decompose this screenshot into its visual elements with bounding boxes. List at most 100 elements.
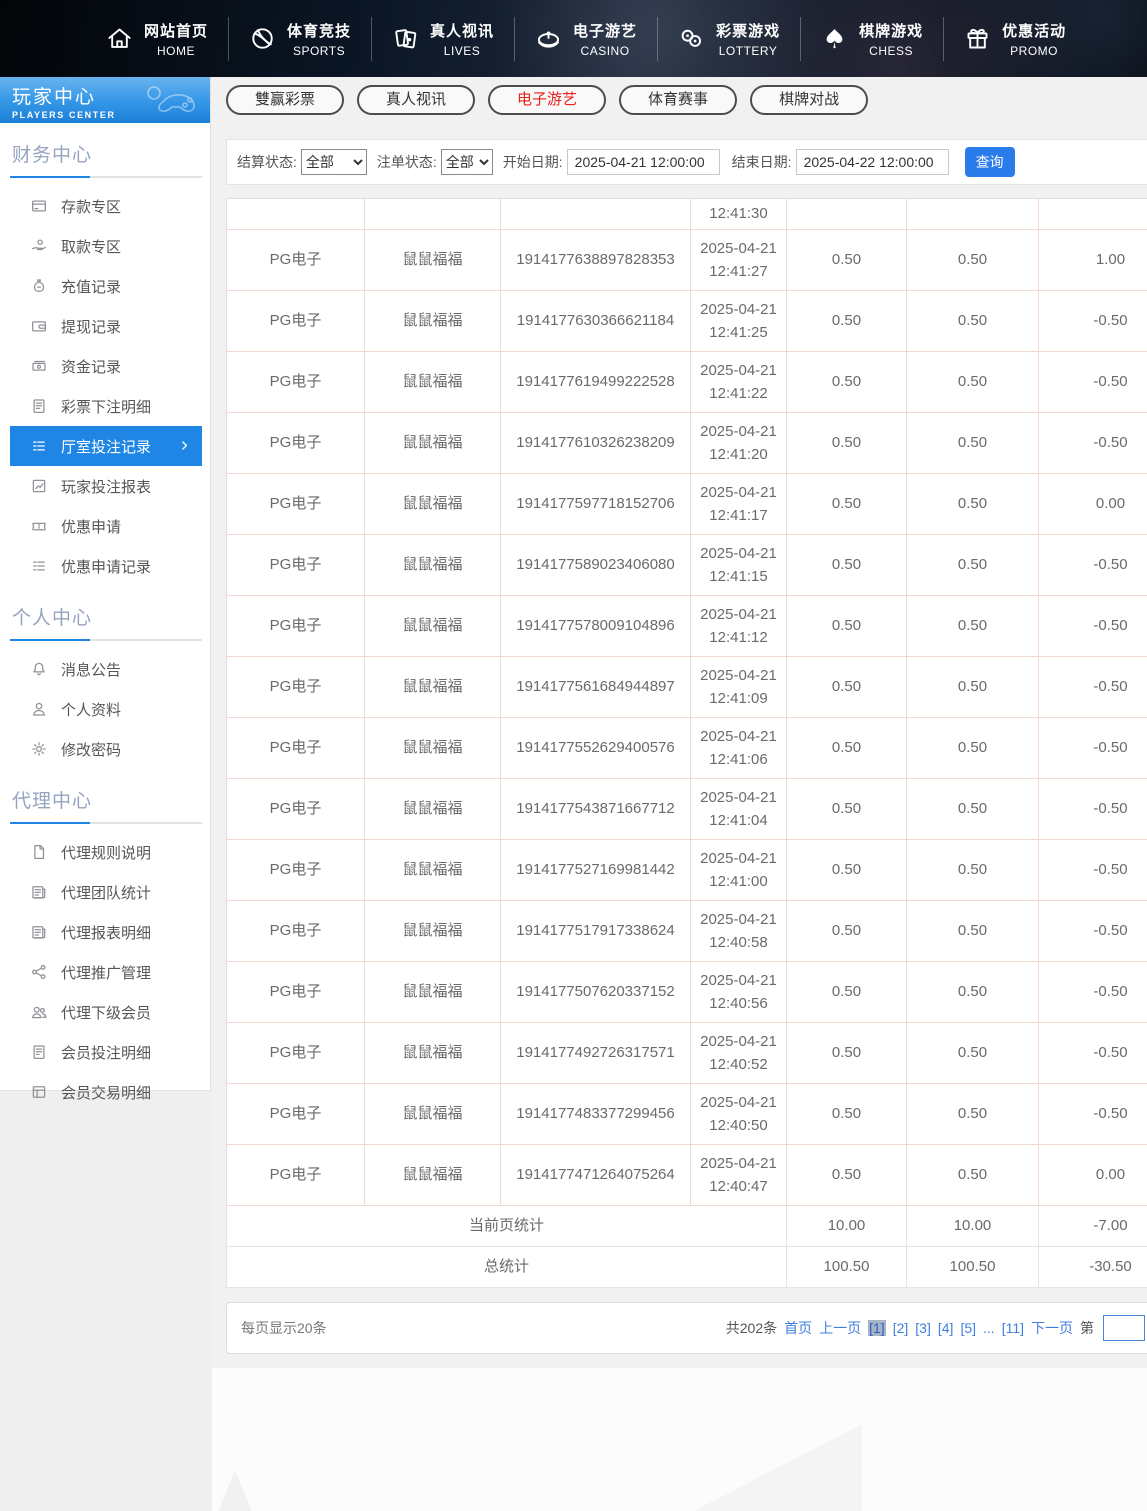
sidebar-item-存款专区[interactable]: 存款专区	[0, 186, 210, 226]
start-date-input[interactable]	[567, 149, 720, 175]
end-date-input[interactable]	[796, 149, 949, 175]
cell-result: 1.00	[1039, 230, 1147, 291]
sidebar-header: 玩家中心 PLAYERS CENTER	[0, 77, 210, 123]
cell-bet: 0.50	[787, 413, 907, 474]
cell-valid-bet: 0.50	[907, 413, 1039, 474]
tab-雙赢彩票[interactable]: 雙赢彩票	[226, 85, 344, 115]
prev-page-link[interactable]: 上一页	[819, 1318, 861, 1338]
page-link-4[interactable]: [4]	[938, 1320, 954, 1336]
tab-电子游艺[interactable]: 电子游艺	[488, 85, 606, 115]
sidebar-item-优惠申请[interactable]: 优惠申请	[0, 506, 210, 546]
sidebar-section-rule	[10, 822, 202, 824]
cell-result: -0.50	[1039, 840, 1147, 901]
table-row: PG电子鼠鼠福福19141775526294005762025-04-2112:…	[227, 718, 1147, 779]
cell-order-id: 1914177630366621184	[501, 291, 691, 352]
cell-platform: PG电子	[227, 230, 365, 291]
cell-result: -0.50	[1039, 1023, 1147, 1084]
nav-item-text: 电子游艺CASINO	[573, 20, 637, 58]
jump-page-input[interactable]	[1103, 1315, 1145, 1341]
jump-prefix-label: 第	[1080, 1318, 1094, 1338]
cell-bet: 0.50	[787, 840, 907, 901]
sidebar-item-玩家投注报表[interactable]: 玩家投注报表	[0, 466, 210, 506]
sidebar-item-代理报表明细[interactable]: 代理报表明细	[0, 912, 210, 952]
sidebar-item-优惠申请记录[interactable]: 优惠申请记录	[0, 546, 210, 586]
cell-platform: PG电子	[227, 474, 365, 535]
sidebar-section-title: 个人中心	[12, 603, 198, 630]
cell-order-id: 1914177552629400576	[501, 718, 691, 779]
sidebar-item-充值记录[interactable]: 充值记录	[0, 266, 210, 306]
nav-item-label-zh: 彩票游戏	[716, 20, 780, 41]
nav-item-label-zh: 电子游艺	[573, 20, 637, 41]
bell-icon	[30, 660, 48, 678]
table-row: PG电子鼠鼠福福19141775780091048962025-04-2112:…	[227, 596, 1147, 657]
page-link-11[interactable]: [11]	[1002, 1320, 1024, 1336]
nav-item-lives[interactable]: 真人视讯LIVES	[392, 20, 494, 58]
cell-bet: 0.50	[787, 1145, 907, 1206]
cell-time: 2025-04-2112:41:12	[691, 596, 787, 657]
sidebar-item-取款专区[interactable]: 取款专区	[0, 226, 210, 266]
sidebar-item-代理团队统计[interactable]: 代理团队统计	[0, 872, 210, 912]
cell-time: 2025-04-2112:40:50	[691, 1084, 787, 1145]
sidebar-item-厅室投注记录[interactable]: 厅室投注记录	[10, 426, 202, 466]
cell-game: 鼠鼠福福	[365, 230, 501, 291]
table-summary-row: 总统计100.50100.50-30.50	[227, 1247, 1147, 1288]
cell-time: 2025-04-2112:41:09	[691, 657, 787, 718]
sidebar-item-消息公告[interactable]: 消息公告	[0, 649, 210, 689]
chart-doc-icon	[30, 477, 48, 495]
nav-item-promo[interactable]: 优惠活动PROMO	[964, 20, 1066, 58]
cell-result: 0.00	[1039, 474, 1147, 535]
table-row: PG电子鼠鼠福福19141776388978283532025-04-2112:…	[227, 230, 1147, 291]
next-page-link[interactable]: 下一页	[1031, 1318, 1073, 1338]
cell-time: 2025-04-2112:41:00	[691, 840, 787, 901]
nav-item-casino[interactable]: 电子游艺CASINO	[535, 20, 637, 58]
spade-icon	[821, 25, 848, 52]
cell-game: 鼠鼠福福	[365, 779, 501, 840]
sidebar-item-个人资料[interactable]: 个人资料	[0, 689, 210, 729]
search-button[interactable]: 查询	[965, 147, 1015, 177]
cell-game: 鼠鼠福福	[365, 718, 501, 779]
nav-item-label-zh: 优惠活动	[1002, 20, 1066, 41]
users-icon	[30, 1003, 48, 1021]
nav-item-text: 棋牌游戏CHESS	[859, 20, 923, 58]
nav-item-lottery[interactable]: 彩票游戏LOTTERY	[678, 20, 780, 58]
page-link-3[interactable]: [3]	[915, 1320, 931, 1336]
table-row: PG电子鼠鼠福福19141775977181527062025-04-2112:…	[227, 474, 1147, 535]
sidebar-item-彩票下注明细[interactable]: 彩票下注明细	[0, 386, 210, 426]
sidebar-item-代理下级会员[interactable]: 代理下级会员	[0, 992, 210, 1032]
roulette-icon	[535, 25, 562, 52]
nav-item-text: 彩票游戏LOTTERY	[716, 20, 780, 58]
sidebar-item-代理规则说明[interactable]: 代理规则说明	[0, 832, 210, 872]
summary-result: -7.00	[1039, 1206, 1147, 1247]
first-page-link[interactable]: 首页	[784, 1318, 812, 1338]
nav-item-home[interactable]: 网站首页HOME	[106, 20, 208, 58]
order-status-select[interactable]: 全部	[441, 149, 493, 175]
sidebar-item-label: 存款专区	[61, 196, 121, 217]
settle-status-select[interactable]: 全部	[301, 149, 367, 175]
tab-棋牌对战[interactable]: 棋牌对战	[750, 85, 868, 115]
sidebar-item-提现记录[interactable]: 提现记录	[0, 306, 210, 346]
bet-records-table: 12:41:30 PG电子鼠鼠福福19141776388978283532025…	[226, 198, 1147, 1288]
page-link-5[interactable]: [5]	[960, 1320, 976, 1336]
cell-platform: PG电子	[227, 535, 365, 596]
nav-item-sports[interactable]: 体育竞技SPORTS	[249, 20, 351, 58]
cell-order-id: 1914177619499222528	[501, 352, 691, 413]
sidebar-item-代理推广管理[interactable]: 代理推广管理	[0, 952, 210, 992]
main-content: 雙赢彩票真人视讯电子游艺体育赛事棋牌对战 结算状态: 全部 注单状态: 全部 开…	[212, 77, 1147, 1511]
page-link-1[interactable]: [1]	[868, 1320, 886, 1336]
sidebar-item-会员交易明细[interactable]: 会员交易明细	[0, 1072, 210, 1112]
sidebar-item-修改密码[interactable]: 修改密码	[0, 729, 210, 769]
filter-bar: 结算状态: 全部 注单状态: 全部 开始日期: 结束日期: 查询	[226, 139, 1147, 185]
tab-体育赛事[interactable]: 体育赛事	[619, 85, 737, 115]
tab-真人视讯[interactable]: 真人视讯	[357, 85, 475, 115]
sidebar-item-资金记录[interactable]: 资金记录	[0, 346, 210, 386]
sidebar-item-label: 代理下级会员	[61, 1002, 151, 1023]
cell-game: 鼠鼠福福	[365, 901, 501, 962]
page-link-2[interactable]: [2]	[893, 1320, 909, 1336]
cell-valid-bet: 0.50	[907, 1023, 1039, 1084]
cell-game: 鼠鼠福福	[365, 1145, 501, 1206]
cell-bet: 0.50	[787, 291, 907, 352]
cell-order-id: 1914177483377299456	[501, 1084, 691, 1145]
sidebar-item-会员投注明细[interactable]: 会员投注明细	[0, 1032, 210, 1072]
nav-item-chess[interactable]: 棋牌游戏CHESS	[821, 20, 923, 58]
top-nav: 网站首页HOME 体育竞技SPORTS 真人视讯LIVES 电子游艺CASINO 彩票游…	[0, 0, 1147, 77]
